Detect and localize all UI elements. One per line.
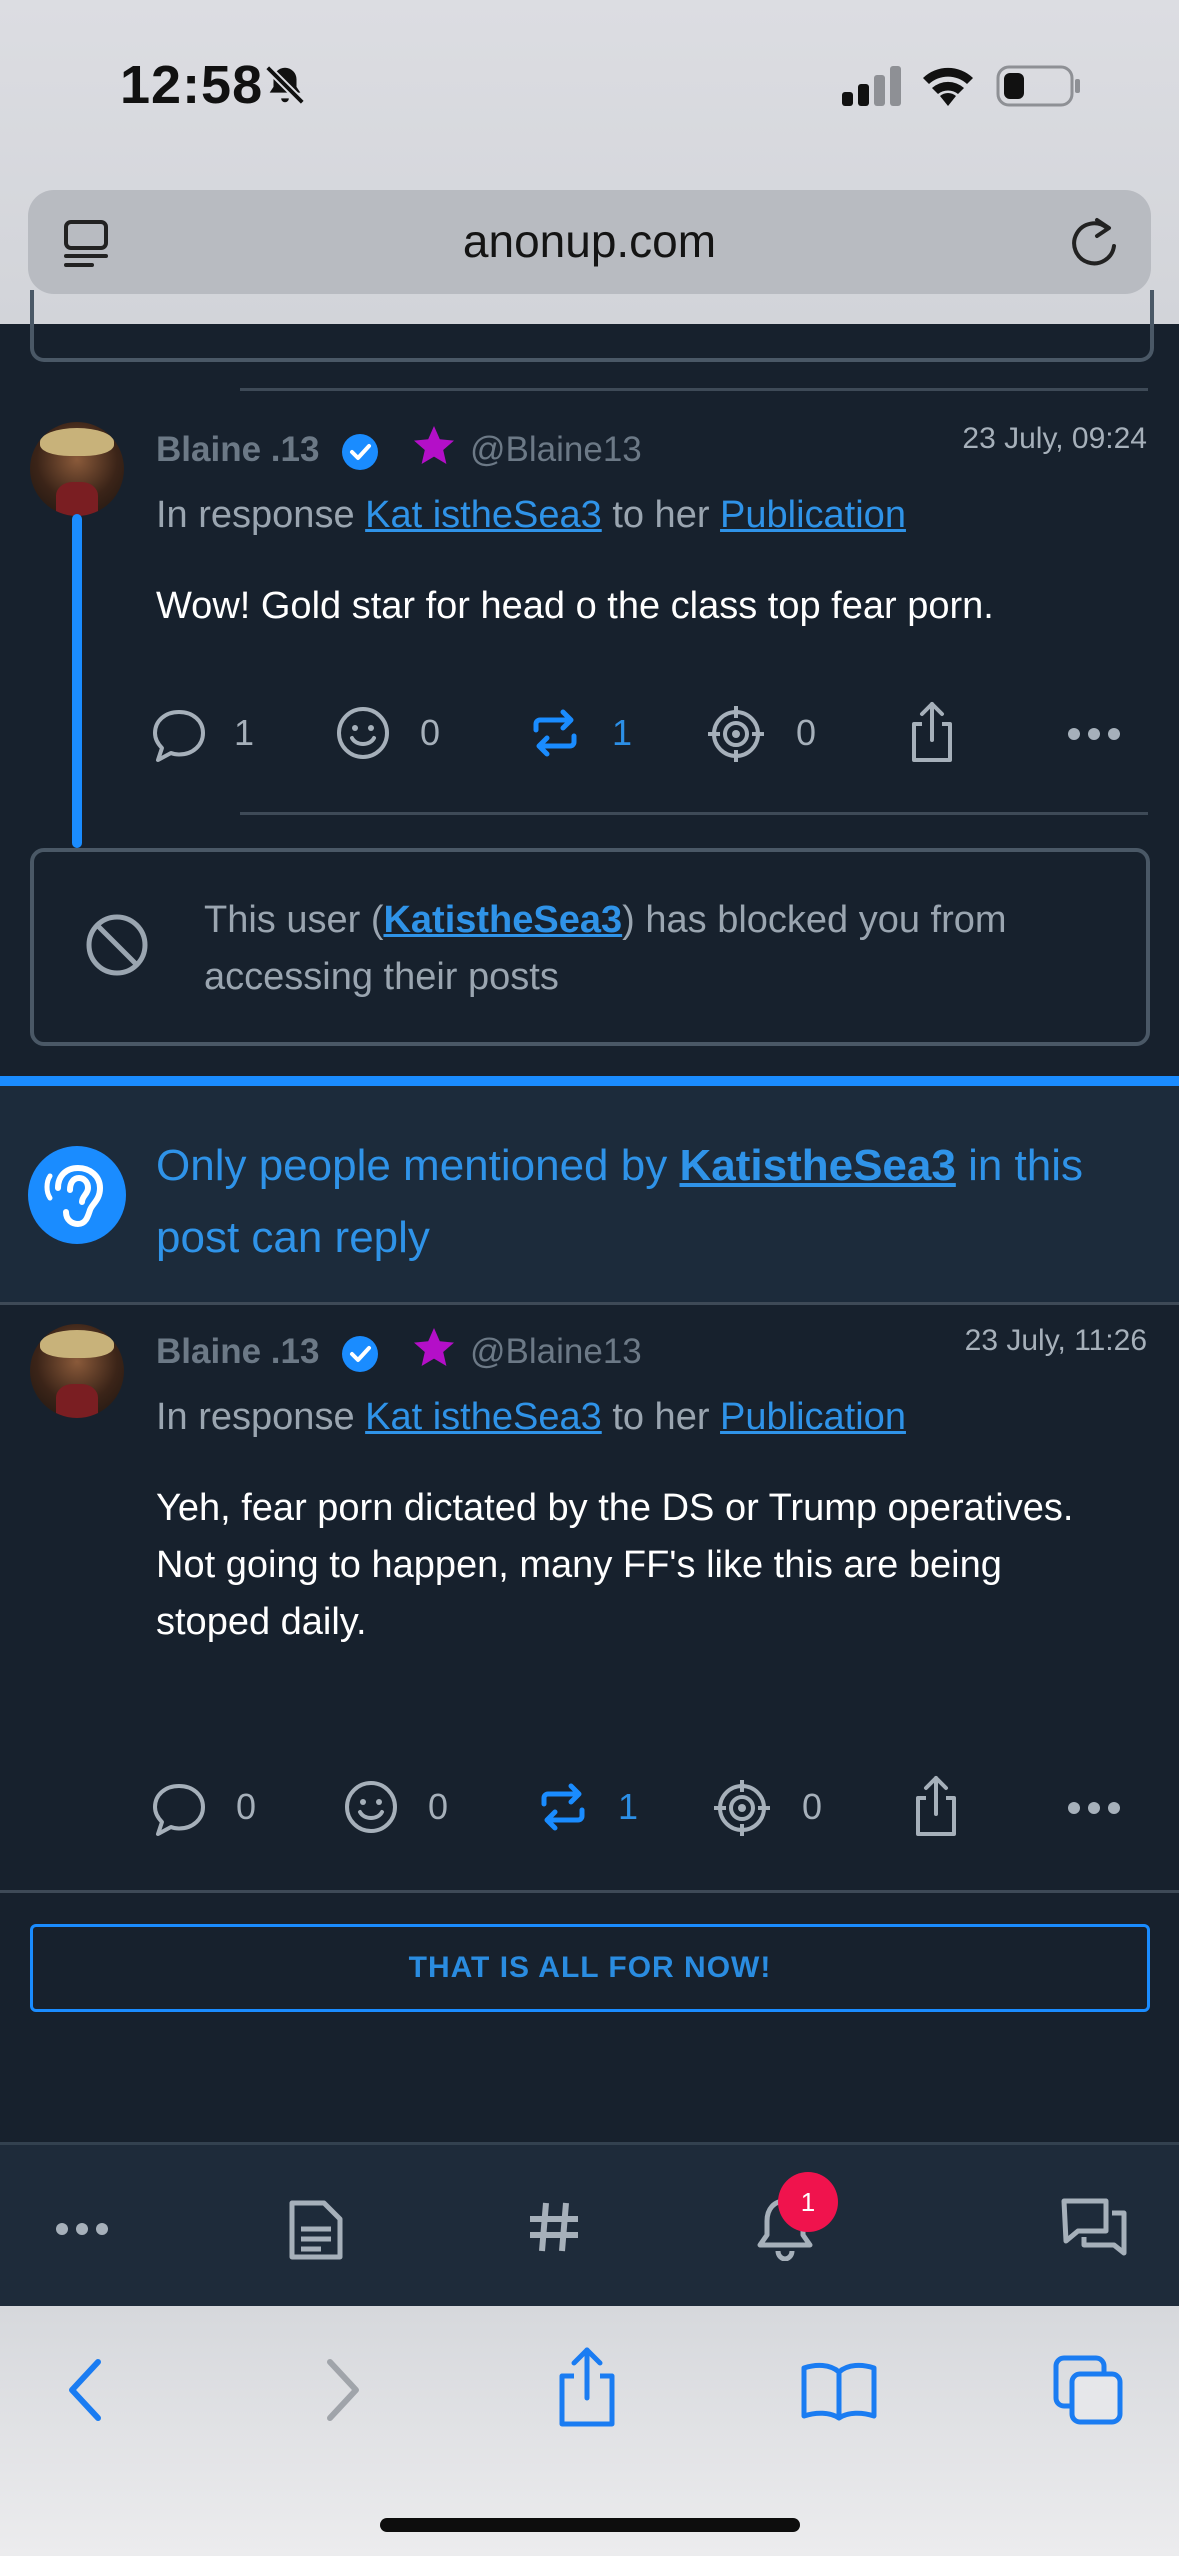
response-prefix: In response (156, 1396, 355, 1438)
wifi-icon (923, 67, 973, 106)
response-user-link[interactable]: Kat istheSea3 (365, 1396, 602, 1438)
reply-count: 0 (236, 1786, 257, 1827)
publication-link[interactable]: Publication (720, 494, 906, 536)
share-icon[interactable] (910, 1774, 962, 1838)
restriction-user-link[interactable]: KatistheSea3 (679, 1141, 955, 1190)
notification-badge: 1 (778, 2172, 838, 2232)
messages-icon[interactable] (1060, 2195, 1130, 2261)
post-timestamp: 23 July, 09:24 (962, 422, 1147, 455)
repost-count: 1 (612, 712, 633, 753)
battery-icon (996, 65, 1080, 107)
divider (0, 1890, 1179, 1893)
reload-icon[interactable] (1067, 214, 1121, 270)
verified-icon (342, 1336, 378, 1372)
reaction-count: 0 (420, 712, 441, 753)
response-line: In response Kat istheSea3 to her Publica… (156, 1396, 906, 1439)
post-text-line: Not going to happen, many FF's like this… (156, 1544, 1002, 1643)
post-text: Yeh, fear porn dictated by the DS or Tru… (156, 1480, 1116, 1651)
document-icon[interactable] (286, 2199, 346, 2261)
ear-icon (28, 1146, 126, 1244)
cellular-signal-icon (842, 66, 901, 106)
post-text-line: Yeh, fear porn dictated by the DS or Tru… (156, 1487, 1074, 1529)
address-bar[interactable]: anonup.com (28, 190, 1151, 294)
target-count: 0 (796, 712, 817, 753)
app-bottom-nav (0, 2142, 1179, 2309)
response-user-link[interactable]: Kat istheSea3 (365, 494, 602, 536)
post-timestamp: 23 July, 11:26 (964, 1324, 1147, 1357)
browser-top-chrome: 12:58 anonup.com (0, 0, 1179, 324)
response-mid: to her (612, 494, 710, 536)
tabs-icon[interactable] (1052, 2354, 1124, 2426)
previous-post-box (30, 290, 1154, 362)
reply-icon[interactable] (150, 1780, 208, 1838)
end-of-feed-button[interactable]: THAT IS ALL FOR NOW! (30, 1924, 1150, 2012)
url-text[interactable]: anonup.com (28, 214, 1151, 268)
status-time: 12:58 (120, 55, 264, 115)
target-count: 0 (802, 1786, 823, 1827)
share-icon[interactable] (906, 700, 958, 764)
restriction-prefix: Only people mentioned by (156, 1141, 668, 1190)
blocked-prefix: This user ( (204, 899, 384, 941)
reply-restriction-text: Only people mentioned by KatistheSea3 in… (156, 1130, 1156, 1274)
author-name[interactable]: Blaine .13 (156, 430, 319, 470)
hashtag-icon[interactable] (526, 2199, 582, 2255)
repost-icon[interactable] (530, 708, 580, 758)
verified-icon (342, 434, 378, 470)
blocked-text: This user (KatistheSea3) has blocked you… (204, 892, 1104, 1006)
avatar[interactable] (30, 422, 124, 516)
response-line: In response Kat istheSea3 to her Publica… (156, 494, 906, 537)
bell-off-icon (265, 65, 305, 105)
repost-count: 1 (618, 1786, 639, 1827)
blocked-icon (86, 914, 148, 976)
publication-link[interactable]: Publication (720, 1396, 906, 1438)
response-prefix: In response (156, 494, 355, 536)
reaction-icon[interactable] (342, 1778, 400, 1836)
target-icon[interactable] (712, 1778, 772, 1838)
more-options-icon[interactable] (1066, 1800, 1122, 1816)
post-text: Wow! Gold star for head o the class top … (156, 585, 994, 627)
author-handle[interactable]: @Blaine13 (470, 430, 642, 470)
home-indicator (380, 2518, 800, 2532)
avatar[interactable] (30, 1324, 124, 1418)
reply-icon[interactable] (150, 706, 208, 764)
repost-icon[interactable] (538, 1782, 588, 1832)
thread-line (72, 514, 82, 848)
star-icon (414, 1328, 454, 1366)
bookmarks-icon[interactable] (800, 2360, 878, 2422)
author-handle[interactable]: @Blaine13 (470, 1332, 642, 1372)
target-icon[interactable] (706, 704, 766, 764)
response-mid: to her (612, 1396, 710, 1438)
blocked-user-link[interactable]: KatistheSea3 (383, 899, 622, 941)
share-icon[interactable] (554, 2346, 620, 2428)
more-menu-icon[interactable] (54, 2221, 110, 2237)
blocked-notice: This user (KatistheSea3) has blocked you… (30, 848, 1150, 1046)
more-options-icon[interactable] (1066, 726, 1122, 742)
back-icon[interactable] (62, 2356, 112, 2424)
reaction-count: 0 (428, 1786, 449, 1827)
divider (240, 388, 1148, 391)
divider (240, 812, 1148, 815)
star-icon (414, 426, 454, 464)
reaction-icon[interactable] (334, 704, 392, 762)
forward-icon[interactable] (316, 2356, 366, 2424)
reply-restriction-banner: Only people mentioned by KatistheSea3 in… (0, 1076, 1179, 1305)
author-name[interactable]: Blaine .13 (156, 1332, 319, 1372)
reply-count: 1 (234, 712, 255, 753)
